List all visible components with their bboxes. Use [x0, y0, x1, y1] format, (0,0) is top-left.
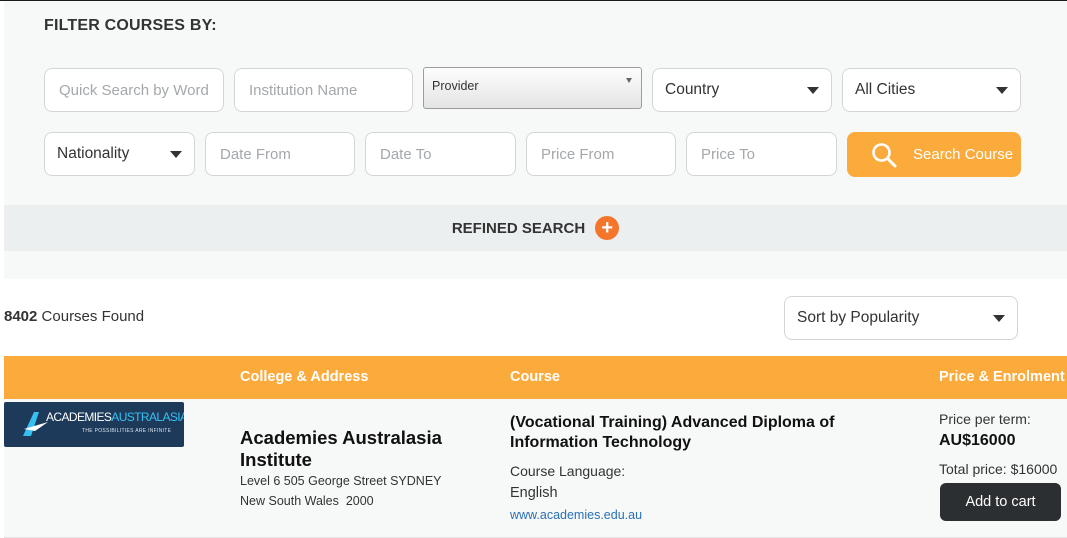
logo-tagline: THE POSSIBILITIES ARE INFINITE [82, 428, 172, 434]
chevron-down-icon [996, 86, 1008, 94]
college-address: Level 6 505 George Street SYDNEY New Sou… [240, 471, 460, 511]
filter-title: FILTER COURSES BY: [44, 17, 217, 34]
price-per-term: AU$16000 [939, 432, 1016, 449]
country-select[interactable]: Country [652, 68, 832, 112]
college-website-link[interactable]: www.academies.edu.au [510, 508, 642, 522]
chevron-down-icon [626, 78, 632, 83]
course-language: English [510, 485, 558, 501]
provider-select-value: Provider [432, 79, 479, 93]
country-select-value: Country [665, 81, 720, 98]
date-from-input[interactable] [205, 132, 355, 176]
search-course-label: Search Course [913, 146, 1014, 163]
header-college: College & Address [240, 369, 369, 385]
refined-search-label: REFINED SEARCH [451, 219, 586, 237]
logo-word-a: ACADEMIES [46, 410, 112, 424]
college-logo[interactable]: ACADEMIESAUSTRALASIA THE POSSIBILITIES A… [4, 402, 184, 447]
chevron-down-icon [807, 86, 819, 94]
address-line-2: New South Wales 2000 [240, 494, 374, 508]
college-name: Academies Australasia Institute [240, 427, 442, 470]
panel-strip [4, 251, 1067, 279]
institution-name-input[interactable] [234, 68, 413, 112]
price-from-input[interactable] [526, 132, 676, 176]
logo-word-b: AUSTRALASIA [111, 410, 184, 424]
date-to-input[interactable] [365, 132, 516, 176]
total-price: Total price: $16000 [939, 461, 1058, 477]
table-row: ACADEMIESAUSTRALASIA THE POSSIBILITIES A… [4, 399, 1067, 538]
results-count-suffix: Courses Found [41, 308, 145, 325]
results-count-number: 8402 [4, 308, 38, 325]
address-line-1: Level 6 505 George Street SYDNEY [240, 474, 442, 488]
search-course-button[interactable]: Search Course [847, 132, 1021, 177]
chevron-down-icon [170, 150, 182, 158]
sort-select-value: Sort by Popularity [797, 309, 920, 326]
provider-select[interactable]: Provider [423, 67, 642, 109]
search-icon [872, 142, 897, 167]
city-select-value: All Cities [855, 81, 916, 98]
logo-wordmark: ACADEMIESAUSTRALASIA [46, 410, 184, 424]
sort-select[interactable]: Sort by Popularity [784, 296, 1018, 340]
add-to-cart-button[interactable]: Add to cart [940, 483, 1061, 521]
table-header: College & Address Course Price & Enrolme… [4, 356, 1067, 399]
nationality-select-value: Nationality [57, 145, 130, 162]
results-count: 8402 Courses Found [4, 308, 144, 325]
header-course: Course [510, 369, 560, 385]
header-price: Price & Enrolment [939, 369, 1065, 385]
price-to-input[interactable] [686, 132, 837, 176]
refined-search-toggle[interactable]: REFINED SEARCH + [4, 205, 1067, 251]
nationality-select[interactable]: Nationality [44, 132, 195, 176]
chevron-down-icon [993, 314, 1005, 322]
city-select[interactable]: All Cities [842, 68, 1021, 112]
plus-circle-icon: + [595, 216, 620, 240]
course-title[interactable]: (Vocational Training) Advanced Diploma o… [510, 413, 870, 453]
quick-search-input[interactable] [44, 68, 224, 112]
price-label: Price per term: [939, 411, 1031, 427]
course-language-label: Course Language: [510, 463, 626, 479]
